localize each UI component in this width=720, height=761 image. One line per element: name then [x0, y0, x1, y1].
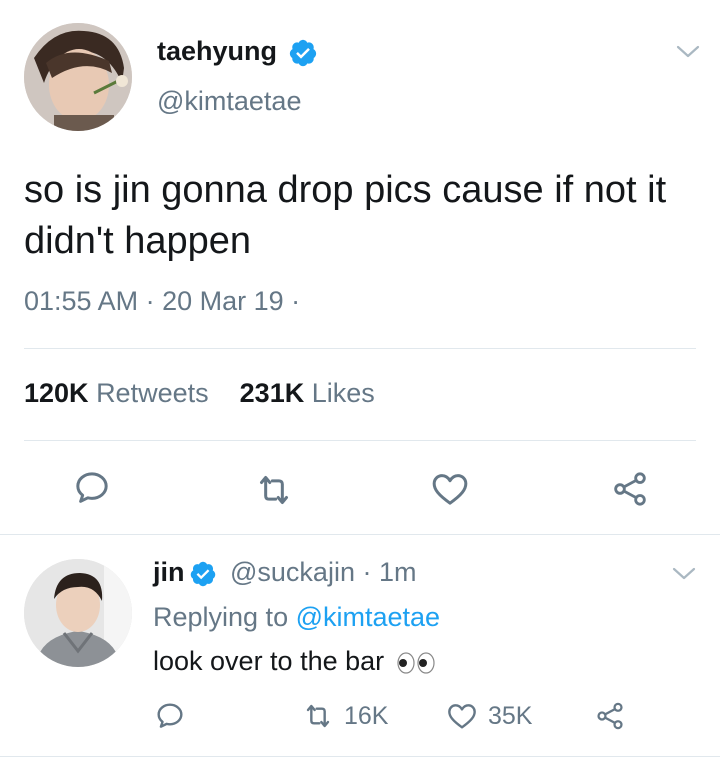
tweet-text: so is jin gonna drop pics cause if not i… — [24, 169, 667, 262]
chevron-down-icon[interactable] — [676, 45, 700, 59]
replying-to: Replying to @kimtaetae — [153, 602, 440, 633]
divider — [24, 440, 696, 441]
divider — [24, 348, 696, 349]
handle[interactable]: @kimtaetae — [157, 86, 301, 117]
retweet-count: 16K — [344, 701, 389, 730]
like-icon[interactable] — [430, 469, 470, 509]
retweets-count[interactable]: 120K — [24, 378, 89, 408]
replying-to-mention[interactable]: @kimtaetae — [296, 602, 440, 632]
reply-handle-time[interactable]: @suckajin · 1m — [230, 557, 416, 588]
replying-to-label: Replying to — [153, 602, 289, 632]
likes-count[interactable]: 231K — [240, 378, 305, 408]
reply-icon[interactable] — [72, 468, 112, 508]
profile-photo — [24, 559, 132, 667]
reply-icon — [157, 703, 183, 728]
reply-like-button[interactable]: 35K — [446, 699, 532, 733]
reply-display-name[interactable]: jin — [153, 557, 185, 588]
share-icon[interactable] — [610, 469, 650, 509]
reply-share-button[interactable] — [594, 699, 626, 733]
like-icon — [448, 704, 476, 729]
reply-text-content: look over to the bar — [153, 646, 385, 676]
like-count: 35K — [488, 701, 533, 730]
divider — [0, 756, 720, 757]
retweet-icon — [306, 704, 330, 728]
verified-badge-icon — [289, 39, 317, 67]
chevron-down-icon[interactable] — [672, 567, 696, 581]
tweet-stats: 120K Retweets 231K Likes — [24, 378, 375, 409]
reply-reply-button[interactable] — [154, 699, 186, 733]
reply-retweet-button[interactable]: 16K — [302, 699, 388, 733]
reply-text: look over to the bar — [153, 646, 436, 677]
retweets-label[interactable]: Retweets — [96, 378, 209, 408]
retweet-icon[interactable] — [254, 470, 294, 510]
avatar[interactable] — [24, 559, 132, 667]
display-name[interactable]: taehyung — [157, 36, 277, 67]
avatar[interactable] — [24, 23, 132, 131]
verified-badge-icon — [190, 561, 216, 587]
eyes-emoji-icon — [397, 652, 435, 674]
share-icon — [597, 702, 623, 730]
profile-photo — [24, 23, 132, 131]
divider — [0, 534, 720, 535]
likes-label[interactable]: Likes — [312, 378, 375, 408]
tweet-timestamp: 01:55 AM · 20 Mar 19 · — [24, 286, 301, 316]
